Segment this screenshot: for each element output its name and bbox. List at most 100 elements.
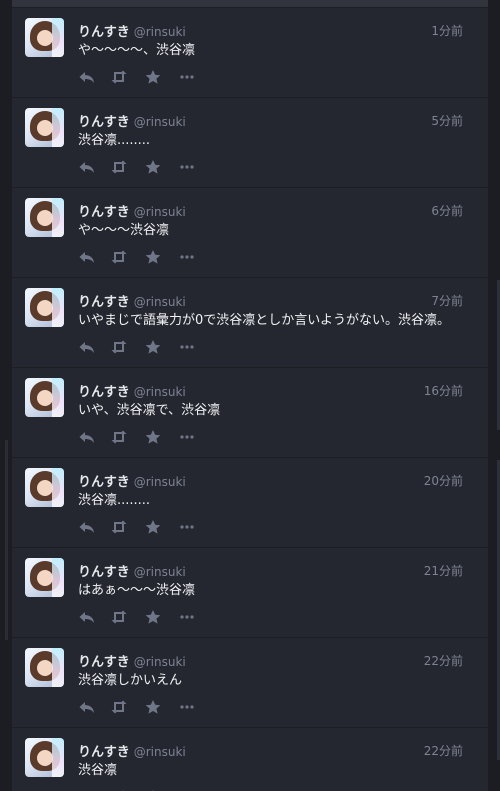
more-icon[interactable] <box>178 159 196 175</box>
tweet-header: りんすき @rinsuki 21分前 <box>78 563 463 580</box>
user-name[interactable]: りんすき <box>78 115 130 130</box>
more-icon[interactable] <box>178 609 196 625</box>
user-name[interactable]: りんすき <box>78 205 130 220</box>
tweet-header: りんすき @rinsuki 1分前 <box>78 23 463 40</box>
avatar[interactable] <box>25 198 64 237</box>
timestamp[interactable]: 22分前 <box>424 743 463 759</box>
retweet-icon[interactable] <box>110 519 128 535</box>
tweet[interactable]: りんすき @rinsuki 6分前 や〜〜〜渋谷凛 <box>12 188 488 278</box>
timestamp[interactable]: 22分前 <box>424 653 463 669</box>
tweet-actions <box>78 429 218 445</box>
user-name[interactable]: りんすき <box>78 565 130 580</box>
tweet-text: 渋谷凛........ <box>78 133 151 148</box>
user-name[interactable]: りんすき <box>78 655 130 670</box>
avatar[interactable] <box>25 378 64 417</box>
user-handle[interactable]: @rinsuki <box>134 205 186 219</box>
reply-icon[interactable] <box>78 69 96 85</box>
tweet[interactable]: りんすき @rinsuki 5分前 渋谷凛........ <box>12 98 488 188</box>
reply-icon[interactable] <box>78 249 96 265</box>
tweet-text: はあぁ〜〜〜渋谷凛 <box>78 583 196 598</box>
avatar[interactable] <box>25 288 64 327</box>
tweet[interactable]: りんすき @rinsuki 1分前 や〜〜〜〜、渋谷凛 <box>12 8 488 98</box>
tweet-text: 渋谷凛しかいえん <box>78 673 183 688</box>
user-name[interactable]: りんすき <box>78 745 130 760</box>
user-name[interactable]: りんすき <box>78 475 130 490</box>
left-gutter-track <box>5 440 8 640</box>
star-icon[interactable] <box>144 69 162 85</box>
tweet-text: や〜〜〜〜、渋谷凛 <box>78 43 196 58</box>
star-icon[interactable] <box>144 249 162 265</box>
avatar[interactable] <box>25 18 64 57</box>
more-icon[interactable] <box>178 249 196 265</box>
timestamp[interactable]: 20分前 <box>424 473 463 489</box>
timestamp[interactable]: 1分前 <box>431 23 463 39</box>
tweet[interactable]: りんすき @rinsuki 7分前 いやまじで語彙力が0で渋谷凛としか言いようがな… <box>12 278 488 368</box>
left-gutter <box>0 0 12 791</box>
avatar[interactable] <box>25 558 64 597</box>
avatar[interactable] <box>25 468 64 507</box>
user-handle[interactable]: @rinsuki <box>134 655 186 669</box>
tweet[interactable]: りんすき @rinsuki 20分前 渋谷凛........ <box>12 458 488 548</box>
user-handle[interactable]: @rinsuki <box>134 25 186 39</box>
star-icon[interactable] <box>144 519 162 535</box>
tweet-actions <box>78 249 218 265</box>
tweet[interactable]: りんすき @rinsuki 21分前 はあぁ〜〜〜渋谷凛 <box>12 548 488 638</box>
user-name[interactable]: りんすき <box>78 295 130 310</box>
retweet-icon[interactable] <box>110 339 128 355</box>
tweet-header: りんすき @rinsuki 22分前 <box>78 743 463 760</box>
timestamp[interactable]: 7分前 <box>431 293 463 309</box>
column-header-bar <box>12 0 488 8</box>
reply-icon[interactable] <box>78 159 96 175</box>
more-icon[interactable] <box>178 429 196 445</box>
timestamp[interactable]: 21分前 <box>424 563 463 579</box>
star-icon[interactable] <box>144 429 162 445</box>
user-handle[interactable]: @rinsuki <box>134 745 186 759</box>
tweet-actions <box>78 519 218 535</box>
timestamp[interactable]: 6分前 <box>431 203 463 219</box>
retweet-icon[interactable] <box>110 429 128 445</box>
user-handle[interactable]: @rinsuki <box>134 475 186 489</box>
tweet[interactable]: りんすき @rinsuki 22分前 渋谷凛しかいえん <box>12 638 488 728</box>
retweet-icon[interactable] <box>110 609 128 625</box>
retweet-icon[interactable] <box>110 699 128 715</box>
avatar[interactable] <box>25 738 64 777</box>
tweet-text: いや、渋谷凛で、渋谷凛 <box>78 403 221 418</box>
reply-icon[interactable] <box>78 519 96 535</box>
tweet[interactable]: りんすき @rinsuki 22分前 渋谷凛 <box>12 728 488 791</box>
tweet-text: 渋谷凛........ <box>78 493 151 508</box>
reply-icon[interactable] <box>78 699 96 715</box>
retweet-icon[interactable] <box>110 159 128 175</box>
retweet-icon[interactable] <box>110 69 128 85</box>
tweet-header: りんすき @rinsuki 7分前 <box>78 293 463 310</box>
avatar[interactable] <box>25 648 64 687</box>
reply-icon[interactable] <box>78 609 96 625</box>
tweet-header: りんすき @rinsuki 22分前 <box>78 653 463 670</box>
reply-icon[interactable] <box>78 429 96 445</box>
timestamp[interactable]: 16分前 <box>424 383 463 399</box>
timestamp[interactable]: 5分前 <box>431 113 463 129</box>
star-icon[interactable] <box>144 699 162 715</box>
more-icon[interactable] <box>178 699 196 715</box>
tweet[interactable]: りんすき @rinsuki 16分前 いや、渋谷凛で、渋谷凛 <box>12 368 488 458</box>
star-icon[interactable] <box>144 339 162 355</box>
user-handle[interactable]: @rinsuki <box>134 565 186 579</box>
user-name[interactable]: りんすき <box>78 25 130 40</box>
star-icon[interactable] <box>144 159 162 175</box>
tweet-list: りんすき@rinsuki 1分前 や〜〜〜〜、渋谷凛 りんすき@rinsuk <box>12 8 488 791</box>
user-name[interactable]: りんすき <box>78 385 130 400</box>
user-handle[interactable]: @rinsuki <box>134 295 186 309</box>
retweet-icon[interactable] <box>110 249 128 265</box>
timeline-column[interactable]: りんすき@rinsuki 1分前 や〜〜〜〜、渋谷凛 りんすき@rinsuk <box>12 0 488 791</box>
avatar[interactable] <box>25 108 64 147</box>
more-icon[interactable] <box>178 69 196 85</box>
user-handle[interactable]: @rinsuki <box>134 115 186 129</box>
tweet-header: りんすき @rinsuki 16分前 <box>78 383 463 400</box>
star-icon[interactable] <box>144 609 162 625</box>
user-handle[interactable]: @rinsuki <box>134 385 186 399</box>
tweet-actions <box>78 339 218 355</box>
tweet-actions <box>78 159 218 175</box>
tweet-header: りんすき @rinsuki 5分前 <box>78 113 463 130</box>
more-icon[interactable] <box>178 339 196 355</box>
more-icon[interactable] <box>178 519 196 535</box>
reply-icon[interactable] <box>78 339 96 355</box>
